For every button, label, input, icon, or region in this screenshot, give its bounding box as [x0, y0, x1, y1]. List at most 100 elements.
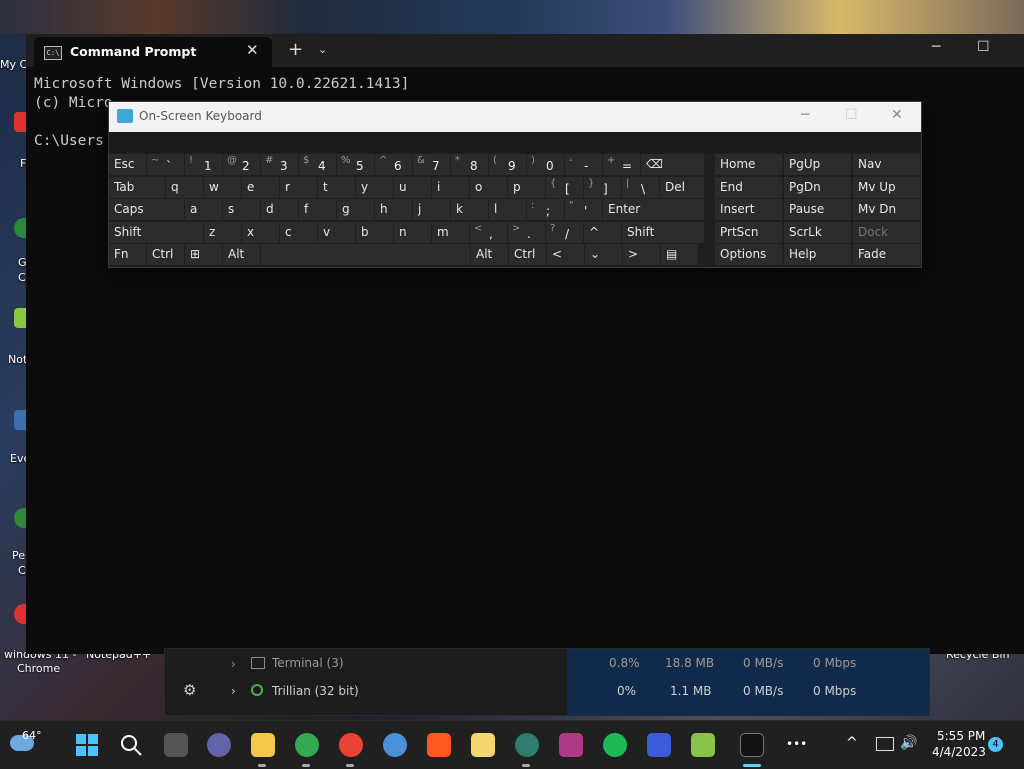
osk-key[interactable]: + =	[603, 154, 640, 175]
osk-key[interactable]: d	[261, 199, 298, 220]
osk-key[interactable]: Shift	[109, 221, 203, 243]
network-icon[interactable]	[876, 737, 894, 751]
on-screen-keyboard-window[interactable]: On-Screen Keyboard ─ ☐ ✕ Esc ~ `! 1 @2 #3 $4% 5…	[108, 101, 922, 268]
minimize-button[interactable]: ─	[932, 39, 940, 55]
osk-key[interactable]: }]	[584, 176, 621, 198]
process-name[interactable]: Trillian (32 bit)	[272, 684, 359, 698]
osk-key[interactable]: <,	[470, 221, 507, 243]
osk-key[interactable]: #3	[261, 154, 298, 175]
osk-key[interactable]: i	[432, 176, 469, 198]
osk-key[interactable]: & 7	[413, 154, 450, 175]
osk-nav-key[interactable]: PgUp	[784, 154, 851, 175]
app-icon[interactable]	[603, 733, 627, 757]
osk-key[interactable]: c	[280, 221, 317, 243]
osk-key[interactable]: p	[508, 176, 545, 198]
trillian-icon[interactable]	[515, 733, 539, 757]
chrome-icon[interactable]	[295, 733, 319, 757]
tab-close-button[interactable]: ✕	[246, 41, 259, 59]
osk-key[interactable]: ^	[584, 221, 621, 243]
terminal-titlebar[interactable]: C:\ Command Prompt ✕ + ⌄ ─ ☐	[26, 34, 1024, 67]
osk-nav-key[interactable]: Insert	[715, 199, 782, 220]
osk-key[interactable]: $4	[299, 154, 336, 175]
process-name[interactable]: Terminal (3)	[272, 656, 344, 670]
chrome-icon[interactable]	[339, 733, 363, 757]
osk-key[interactable]: {[	[546, 176, 583, 198]
osk-nav-key[interactable]: Help	[784, 244, 851, 265]
weather-temperature[interactable]: 64°	[22, 729, 42, 742]
task-manager-window[interactable]: ⚙ › Terminal (3) 0.8% 18.8 MB 0 MB/s 0 M…	[164, 648, 930, 716]
osk-key[interactable]: | \	[622, 176, 659, 198]
osk-key[interactable]: m	[432, 221, 469, 243]
volume-icon[interactable]: 🔊	[900, 735, 917, 751]
osk-titlebar[interactable]: On-Screen Keyboard ─ ☐ ✕	[109, 102, 921, 132]
osk-key[interactable]: y	[356, 176, 393, 198]
osk-key[interactable]: % 5	[337, 154, 374, 175]
osk-key[interactable]: b	[356, 221, 393, 243]
osk-key[interactable]: n	[394, 221, 431, 243]
osk-key[interactable]: Caps	[109, 199, 184, 220]
osk-key[interactable]: ) 0	[527, 154, 564, 175]
osk-key[interactable]: ⊞	[185, 244, 222, 265]
osk-key[interactable]: * 8	[451, 154, 488, 175]
osk-nav-key[interactable]: Fade	[853, 244, 920, 265]
help-icon[interactable]	[471, 733, 495, 757]
app-icon[interactable]	[559, 733, 583, 757]
osk-key[interactable]: z	[204, 221, 241, 243]
osk-key[interactable]: Ctrl	[509, 244, 546, 265]
osk-nav-key[interactable]: End	[715, 176, 782, 198]
osk-key[interactable]: @2	[223, 154, 260, 175]
osk-key[interactable]: o	[470, 176, 507, 198]
osk-key[interactable]: ⌄	[585, 244, 622, 265]
osk-key[interactable]: ! 1	[185, 154, 222, 175]
osk-key[interactable]: <	[547, 244, 584, 265]
osk-key[interactable]: Esc	[109, 154, 146, 175]
more-apps-icon[interactable]: •••	[786, 737, 807, 751]
osk-key[interactable]: (9	[489, 154, 526, 175]
app-icon[interactable]	[383, 733, 407, 757]
osk-key[interactable]: >	[623, 244, 660, 265]
osk-key[interactable]: a	[185, 199, 222, 220]
settings-icon[interactable]: ⚙	[183, 681, 196, 699]
osk-key[interactable]: k	[451, 199, 488, 220]
osk-key[interactable]: u	[394, 176, 431, 198]
osk-key[interactable]: Del	[660, 176, 704, 198]
osk-key[interactable]: ^ 6	[375, 154, 412, 175]
osk-key[interactable]: " '	[565, 199, 602, 220]
tab-command-prompt[interactable]: C:\ Command Prompt ✕	[34, 37, 272, 67]
osk-key[interactable]: ? /	[546, 221, 583, 243]
osk-key[interactable]: v	[318, 221, 355, 243]
osk-key[interactable]: Alt	[471, 244, 508, 265]
osk-nav-key[interactable]: PgDn	[784, 176, 851, 198]
new-tab-button[interactable]: +	[288, 39, 303, 60]
tray-chevron-icon[interactable]: ^	[846, 735, 858, 751]
osk-nav-key[interactable]: Mv Up	[853, 176, 920, 198]
osk-key[interactable]: ▤	[661, 244, 698, 265]
osk-key[interactable]	[261, 244, 470, 265]
maximize-button[interactable]: ☐	[977, 39, 990, 55]
osk-key[interactable]: Enter	[603, 199, 704, 220]
chevron-right-icon[interactable]: ›	[231, 657, 236, 671]
osk-key[interactable]: t	[318, 176, 355, 198]
osk-key[interactable]: j	[413, 199, 450, 220]
osk-key[interactable]: ⌫	[641, 154, 704, 175]
notification-badge[interactable]: 4	[988, 737, 1003, 752]
osk-key[interactable]: w	[204, 176, 241, 198]
app-icon[interactable]	[691, 733, 715, 757]
terminal-prompt[interactable]: C:\Users	[34, 133, 104, 149]
osk-key[interactable]: e	[242, 176, 279, 198]
osk-nav-key[interactable]: PrtScn	[715, 221, 782, 243]
app-t-icon[interactable]	[427, 733, 451, 757]
osk-key[interactable]: Ctrl	[147, 244, 184, 265]
osk-key[interactable]: ~ `	[147, 154, 184, 175]
osk-nav-key[interactable]: ScrLk	[784, 221, 851, 243]
osk-key[interactable]: h	[375, 199, 412, 220]
osk-key[interactable]: r	[280, 176, 317, 198]
osk-nav-key[interactable]: Home	[715, 154, 782, 175]
chat-icon[interactable]	[207, 733, 231, 757]
osk-key[interactable]: >.	[508, 221, 545, 243]
osk-key[interactable]: g	[337, 199, 374, 220]
file-explorer-icon[interactable]	[251, 733, 275, 757]
terminal-icon[interactable]	[740, 733, 764, 757]
osk-key[interactable]: --	[565, 154, 602, 175]
osk-key[interactable]: f	[299, 199, 336, 220]
